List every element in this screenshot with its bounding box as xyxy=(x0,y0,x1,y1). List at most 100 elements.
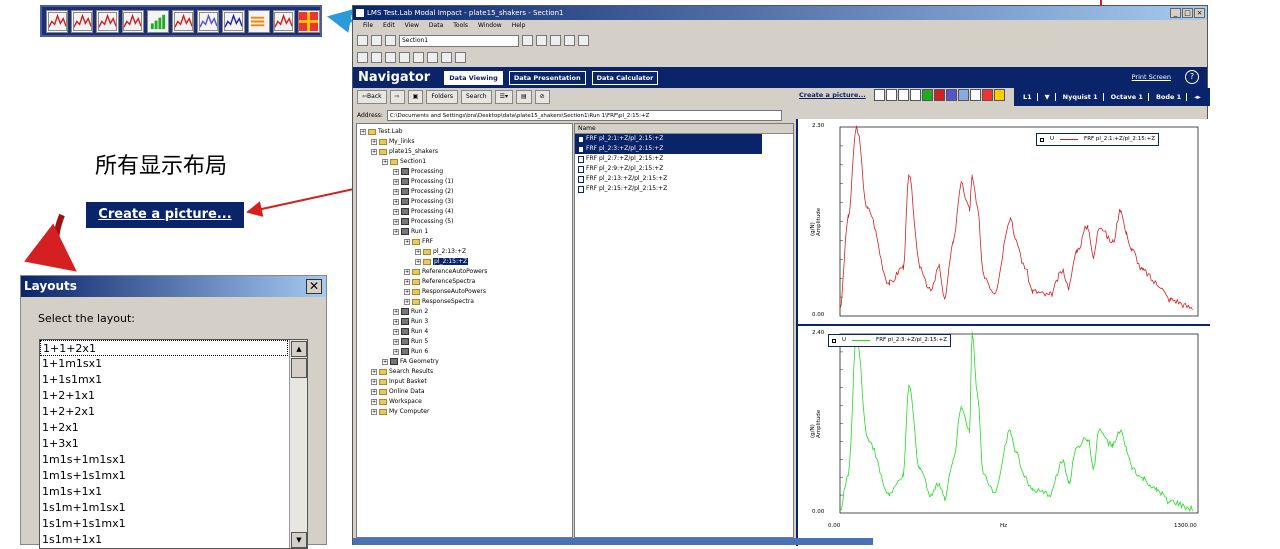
expand-icon[interactable]: + xyxy=(393,318,399,325)
cut-icon[interactable] xyxy=(522,35,533,46)
tree-node[interactable]: + Run 3 xyxy=(393,317,428,326)
help-button[interactable]: ? xyxy=(1185,70,1199,84)
expand-icon[interactable]: + xyxy=(415,248,421,255)
section-field[interactable]: Section1 xyxy=(399,34,519,47)
tree-node[interactable]: + ReferenceAutoPowers xyxy=(404,267,487,276)
expand-icon[interactable]: + xyxy=(393,198,399,205)
layout-option[interactable]: 1s1m+1x1 xyxy=(40,532,307,548)
tree-node[interactable]: + ReferenceSpectra xyxy=(404,277,475,286)
expand-icon[interactable]: + xyxy=(393,218,399,225)
close-button[interactable]: × xyxy=(1194,8,1205,18)
menu-help[interactable]: Help xyxy=(512,20,526,32)
folders-button[interactable]: Folders xyxy=(426,90,458,104)
layout-icon-6[interactable] xyxy=(934,89,945,101)
tree-node[interactable]: + ResponseAutoPowers xyxy=(404,287,486,296)
expand-icon[interactable]: + xyxy=(393,188,399,195)
menu-data[interactable]: Data xyxy=(429,20,443,32)
file-row[interactable]: FRF pl_2:1:+Z/pl_2:15:+Z xyxy=(575,134,762,144)
file-row[interactable]: FRF pl_2:9:+Z/pl_2:15:+Z xyxy=(575,164,793,174)
layout-option[interactable]: 1s1m+1s1mx1 xyxy=(40,516,307,532)
help-icon[interactable] xyxy=(578,35,589,46)
tree-node[interactable]: + Processing xyxy=(393,167,443,176)
cross-icon[interactable] xyxy=(297,9,321,33)
layout-option[interactable]: 1+1+2x1 xyxy=(40,340,288,356)
layout-option[interactable]: 1+1s1mx1 xyxy=(40,372,307,388)
expand-icon[interactable]: + xyxy=(393,168,399,175)
tree-node[interactable]: + Run 5 xyxy=(393,337,428,346)
expand-icon[interactable]: + xyxy=(393,228,399,235)
layout-listbox[interactable]: 1+1+2x1 1+1m1sx1 1+1s1mx1 1+2+1x1 1+2+2x1 1+2… xyxy=(39,339,308,549)
tab-nyquist-1[interactable]: Nyquist 1 xyxy=(1058,93,1104,101)
current-layout[interactable]: L1 xyxy=(1018,93,1038,101)
menu-window[interactable]: Window xyxy=(478,20,502,32)
menu-tools[interactable]: Tools xyxy=(453,20,468,32)
legend-checkbox[interactable] xyxy=(832,338,836,343)
arrows-icon[interactable] xyxy=(247,9,270,33)
tree-node[interactable]: + Workspace xyxy=(371,397,422,406)
layout-icon-5[interactable] xyxy=(922,89,933,101)
expand-icon[interactable]: + xyxy=(371,368,377,375)
file-row[interactable]: FRF pl_2:15:+Z/pl_2:15:+Z xyxy=(575,184,793,194)
file-row[interactable]: FRF pl_2:13:+Z/pl_2:15:+Z xyxy=(575,174,793,184)
layout-icon-2[interactable] xyxy=(886,89,897,101)
tree-node[interactable]: + Processing (3) xyxy=(393,197,453,206)
expand-icon[interactable]: + xyxy=(371,398,377,405)
tree-node[interactable]: + pl_2:15:+Z xyxy=(415,257,469,266)
plus-icon[interactable] xyxy=(413,52,424,63)
wave-icon[interactable] xyxy=(222,9,245,33)
tree-node[interactable]: + Online Data xyxy=(371,387,425,396)
up-folder-button[interactable]: ▣ xyxy=(407,90,424,104)
colormap-icon[interactable] xyxy=(197,9,220,33)
layout-icon-4[interactable] xyxy=(910,89,921,101)
scroll-tabs-icon[interactable]: ◂▸ xyxy=(1189,93,1206,101)
expand-icon[interactable]: + xyxy=(371,388,377,395)
tree-node[interactable]: + FA Geometry xyxy=(382,357,439,366)
waterfall-icon[interactable] xyxy=(171,9,195,33)
listbox-scrollbar[interactable]: ▲ ▼ xyxy=(289,340,307,548)
layout-icon-11[interactable] xyxy=(994,89,1005,101)
tab-octave-1[interactable]: Octave 1 xyxy=(1106,93,1149,101)
expand-icon[interactable]: + xyxy=(371,138,377,145)
legend-checkbox[interactable] xyxy=(1040,137,1044,142)
print-icon[interactable] xyxy=(564,35,575,46)
expand-icon[interactable]: + xyxy=(393,328,399,335)
tab-data-viewing[interactable]: Data Viewing xyxy=(444,70,503,85)
expand-icon[interactable]: + xyxy=(404,278,410,285)
tree-node[interactable]: + Processing (2) xyxy=(393,187,453,196)
layout-option[interactable]: 1m1s+1s1mx1 xyxy=(40,468,307,484)
expand-icon[interactable]: + xyxy=(371,408,377,415)
search-button[interactable]: Search xyxy=(460,90,492,104)
tree-node[interactable]: + Processing (4) xyxy=(393,207,453,216)
expand-icon[interactable]: + xyxy=(382,158,388,165)
layout-option[interactable]: 1+2+2x1 xyxy=(40,404,307,420)
forward-button[interactable]: ⇨ xyxy=(389,90,405,104)
layout-option[interactable]: 1+1m1sx1 xyxy=(40,356,307,372)
copy-icon[interactable] xyxy=(536,35,547,46)
create-picture-callout[interactable]: Create a picture... xyxy=(86,202,244,228)
tree-node[interactable]: + My_links xyxy=(371,137,414,146)
expand-icon[interactable]: + xyxy=(393,348,399,355)
menu-file[interactable]: File xyxy=(363,20,373,32)
scroll-down-icon[interactable]: ▼ xyxy=(291,532,307,548)
frf-icon[interactable] xyxy=(71,9,94,33)
expand-icon[interactable]: + xyxy=(393,208,399,215)
tree-node[interactable]: + Input Basket xyxy=(371,377,427,386)
name-column-header[interactable]: Name xyxy=(575,124,793,134)
band-icon[interactable] xyxy=(371,52,382,63)
expand-icon[interactable]: + xyxy=(393,178,399,185)
scroll-thumb[interactable] xyxy=(291,358,307,378)
tree-node[interactable]: + Run 1 xyxy=(393,227,428,236)
tab-bode-1[interactable]: Bode 1 xyxy=(1151,93,1188,101)
overlay-icon[interactable] xyxy=(96,9,119,33)
tree-node[interactable]: + plate15_shakers xyxy=(371,147,438,156)
layout-option[interactable]: 1s1m+1m1sx1 xyxy=(40,500,307,516)
star-icon[interactable] xyxy=(441,52,452,63)
tree-node[interactable]: + Section1 xyxy=(382,157,426,166)
expand-icon[interactable]: + xyxy=(393,308,399,315)
expand-icon[interactable]: + xyxy=(382,358,388,365)
tree-node[interactable]: + ResponseSpectra xyxy=(404,297,474,306)
minus-icon[interactable] xyxy=(427,52,438,63)
layout-option[interactable]: 1+2x1 xyxy=(40,420,307,436)
print-screen-link[interactable]: Print Screen xyxy=(1132,73,1171,81)
layout-option[interactable]: 1+2+1x1 xyxy=(40,388,307,404)
